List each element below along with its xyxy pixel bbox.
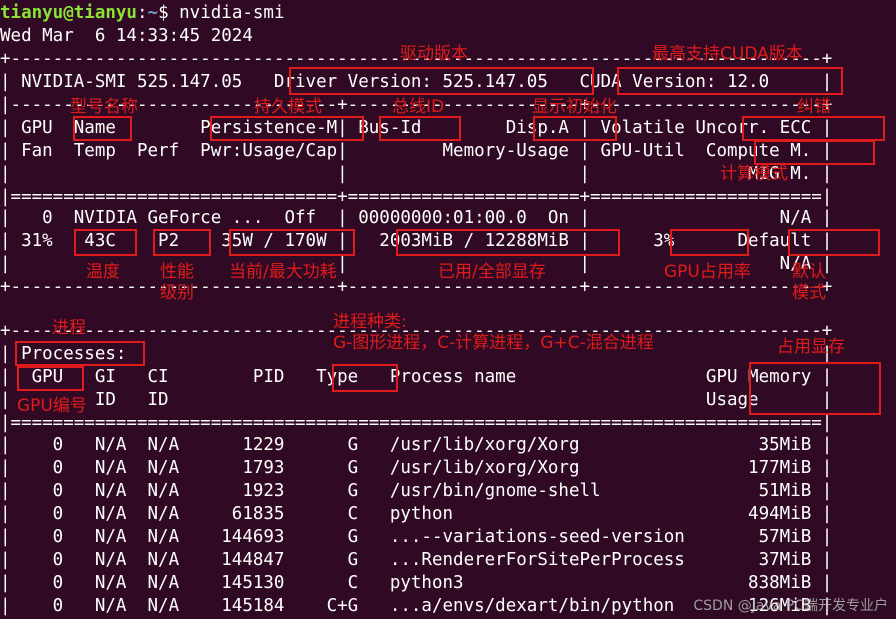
output-line: | | | MIG M. | [0, 164, 833, 184]
prompt-path: ~ [147, 3, 159, 23]
temp-highlight [74, 229, 137, 256]
annotation-ecc: 纠错 [797, 97, 831, 117]
annotation-type: 进程种类: G-图形进程，C-计算进程，G+C-混合进程 [333, 312, 654, 353]
process-row: | 0 N/A N/A 1923 G /usr/bin/gnome-shell … [0, 481, 833, 501]
process-row: | 0 N/A N/A 61835 C python 494MiB | [0, 504, 833, 524]
annotation-perf: 性能 级别 [160, 262, 194, 303]
output-line: |=======================================… [0, 413, 833, 433]
process-row: | 0 N/A N/A 1229 G /usr/lib/xorg/Xorg 35… [0, 435, 833, 455]
output-line: | GPU GI CI PID Type Process name GPU Me… [0, 367, 833, 387]
output-line: | Fan Temp Perf Pwr:Usage/Cap| Memory-Us… [0, 141, 833, 161]
gpu-column-highlight [17, 366, 84, 391]
prompt-user-host: tianyu@tianyu [0, 3, 137, 23]
type-column-highlight [332, 364, 398, 392]
default-mode-highlight [788, 229, 880, 256]
prompt-line: tianyu@tianyu:~$ nvidia-smi [0, 2, 285, 25]
annotation-driver-version: 驱动版本 [400, 44, 468, 64]
watermark: CSDN @Java PC端开发专业户 [693, 598, 888, 614]
compute-mode-highlight [754, 140, 875, 165]
annotation-name: 型号名称 [70, 97, 138, 117]
prompt-symbol: $ [158, 3, 180, 23]
annotation-default-mode: 默认 模式 [792, 262, 826, 303]
gpu-util-highlight [670, 229, 749, 256]
annotation-persistence: 持久模式 [254, 97, 322, 117]
memory-usage-highlight [396, 229, 620, 256]
annotation-temp: 温度 [86, 262, 120, 282]
perf-highlight [153, 229, 211, 256]
annotation-compute-mode: 计算模式 [720, 164, 788, 184]
output-line: | 0 NVIDIA GeForce ... Off | 00000000:01… [0, 208, 833, 228]
cuda-version-highlight [617, 67, 843, 95]
processes-highlight [15, 341, 145, 366]
persistence-highlight [210, 116, 364, 141]
bus-id-highlight [379, 116, 461, 141]
terminal-window[interactable]: tianyu@tianyu:~$ nvidia-smi Wed Mar 6 14… [0, 0, 896, 619]
annotation-disp: 显示初始化 [532, 97, 617, 117]
process-row: | 0 N/A N/A 144847 G ...RendererForSiteP… [0, 550, 833, 570]
process-row: | 0 N/A N/A 1793 G /usr/lib/xorg/Xorg 17… [0, 458, 833, 478]
annotation-bus-id: 总线ID [392, 97, 445, 117]
ecc-highlight [742, 116, 885, 141]
annotation-gpu-index: GPU编号 [17, 396, 87, 416]
command-text: nvidia-smi [179, 3, 285, 23]
power-highlight [229, 229, 355, 256]
annotation-cuda-version: 最高支持CUDA版本 [652, 44, 803, 64]
annotation-memory-usage: 已用/全部显存 [438, 262, 546, 282]
output-line: | ID ID Usage | [0, 390, 833, 410]
disp-highlight [533, 116, 617, 141]
annotation-power: 当前/最大功耗 [229, 262, 337, 282]
annotation-gpu-memory: 占用显存 [777, 337, 845, 357]
name-highlight [73, 116, 132, 141]
process-row: | 0 N/A N/A 145130 C python3 838MiB | [0, 573, 833, 593]
annotation-gpu-util: GPU占用率 [664, 262, 751, 282]
output-line: Wed Mar 6 14:33:45 2024 [0, 26, 253, 46]
prompt-separator: : [136, 3, 148, 23]
driver-version-highlight [289, 67, 594, 95]
annotation-processes: 进程 [52, 318, 86, 338]
output-line: |===============================+=======… [0, 187, 833, 207]
gpu-memory-column-highlight [749, 362, 881, 415]
process-row: | 0 N/A N/A 144693 G ...--variations-see… [0, 527, 833, 547]
